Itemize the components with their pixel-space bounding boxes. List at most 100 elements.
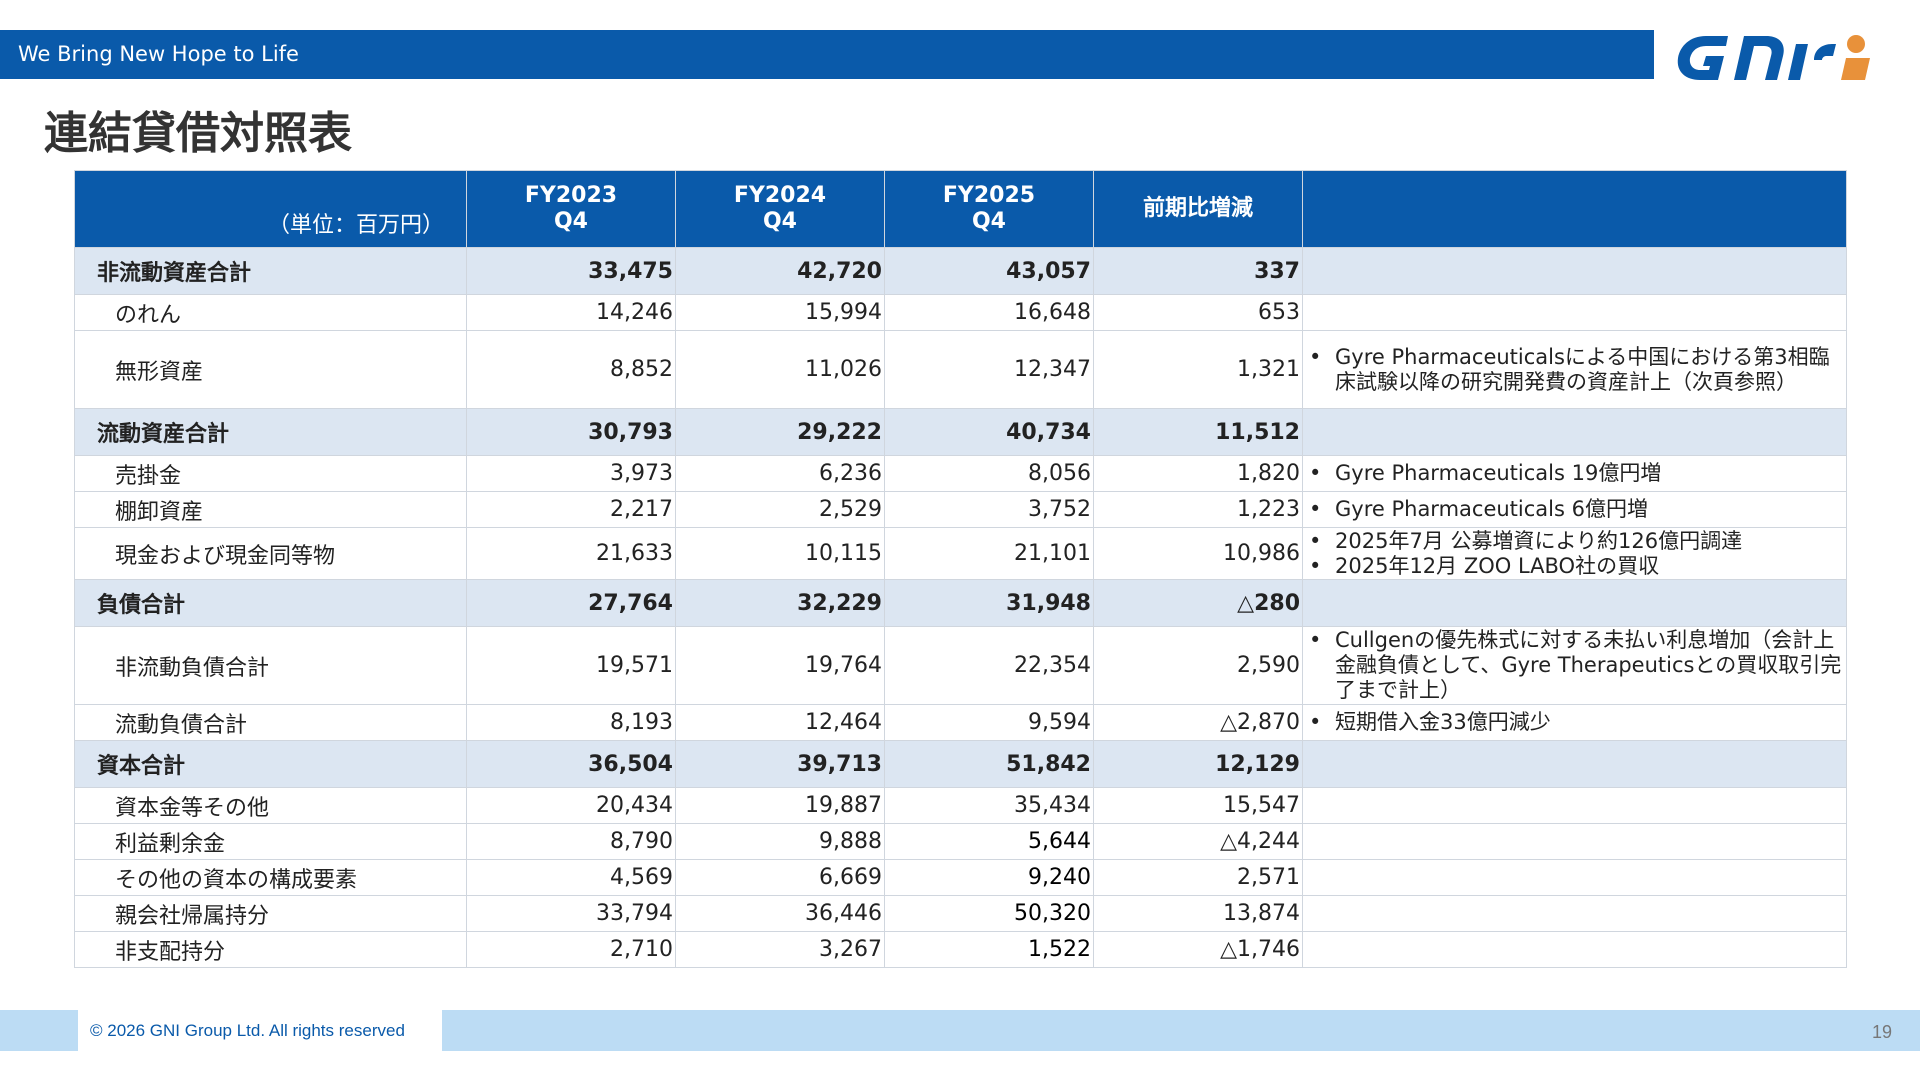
row-notes: Gyre Pharmaceuticals 6億円増	[1302, 491, 1847, 528]
value-fy2024: 10,115	[675, 527, 885, 580]
value-fy2024: 19,887	[675, 787, 885, 824]
value-change: 1,223	[1093, 491, 1303, 528]
value-change: 13,874	[1093, 895, 1303, 932]
note-item: Cullgenの優先株式に対する未払い利息増加（会計上金融負債として、Gyre …	[1307, 628, 1842, 703]
value-fy2025: 8,056	[884, 455, 1094, 492]
row-label: 売掛金	[74, 455, 467, 492]
table-row-parent-equity: 親会社帰属持分 33,794 36,446 50,320 13,874	[74, 895, 1847, 932]
value-fy2024: 36,446	[675, 895, 885, 932]
table-row-retained-earnings: 利益剰余金 8,790 9,888 5,644 △4,244	[74, 823, 1847, 860]
value-fy2023: 19,571	[466, 626, 676, 705]
value-fy2025: 9,240	[884, 859, 1094, 896]
row-label: 流動負債合計	[74, 704, 467, 741]
value-fy2024: 12,464	[675, 704, 885, 741]
row-notes	[1302, 740, 1847, 788]
column-header-change: 前期比増減	[1093, 170, 1303, 248]
table-row-cash: 現金および現金同等物 21,633 10,115 21,101 10,986 2…	[74, 527, 1847, 580]
note-item: Gyre Pharmaceuticals 6億円増	[1307, 497, 1842, 522]
table-row-inventory: 棚卸資産 2,217 2,529 3,752 1,223 Gyre Pharma…	[74, 491, 1847, 528]
table-row-receivables: 売掛金 3,973 6,236 8,056 1,820 Gyre Pharmac…	[74, 455, 1847, 492]
value-fy2023: 2,710	[466, 931, 676, 968]
table-header-row: （単位：百万円） FY2023 Q4 FY2024 Q4 FY2025 Q4 前期比増…	[74, 170, 1847, 248]
value-fy2023: 30,793	[466, 408, 676, 456]
value-fy2025: 40,734	[884, 408, 1094, 456]
row-label: 現金および現金同等物	[74, 527, 467, 580]
row-label: 負債合計	[74, 579, 467, 627]
value-fy2024: 15,994	[675, 294, 885, 331]
note-item: 2025年12月 ZOO LABO社の買収	[1307, 554, 1842, 579]
value-fy2025: 5,644	[884, 823, 1094, 860]
note-item: Gyre Pharmaceuticals 19億円増	[1307, 461, 1842, 486]
value-change: 337	[1093, 247, 1303, 295]
value-fy2023: 27,764	[466, 579, 676, 627]
value-fy2023: 21,633	[466, 527, 676, 580]
row-notes: 短期借入金33億円減少	[1302, 704, 1847, 741]
value-fy2024: 32,229	[675, 579, 885, 627]
row-notes	[1302, 408, 1847, 456]
value-fy2025: 16,648	[884, 294, 1094, 331]
note-item: 短期借入金33億円減少	[1307, 710, 1842, 735]
section-row-current-assets: 流動資産合計 30,793 29,222 40,734 11,512	[74, 408, 1847, 456]
page-number: 19	[1871, 1022, 1892, 1042]
value-fy2025: 3,752	[884, 491, 1094, 528]
tagline: We Bring New Hope to Life	[18, 42, 299, 66]
value-fy2023: 20,434	[466, 787, 676, 824]
value-change: 653	[1093, 294, 1303, 331]
row-notes	[1302, 859, 1847, 896]
note-item: Gyre Pharmaceuticalsによる中国における第3相臨床試験以降の研…	[1307, 345, 1842, 395]
row-notes: 2025年7月 公募増資により約126億円調達2025年12月 ZOO LABO…	[1302, 527, 1847, 580]
table-row-goodwill: のれん 14,246 15,994 16,648 653	[74, 294, 1847, 331]
row-notes	[1302, 931, 1847, 968]
row-label: 流動資産合計	[74, 408, 467, 456]
table-row-noncurrent-liabilities: 非流動負債合計 19,571 19,764 22,354 2,590 Cullg…	[74, 626, 1847, 705]
value-fy2023: 8,790	[466, 823, 676, 860]
value-fy2024: 19,764	[675, 626, 885, 705]
row-notes	[1302, 823, 1847, 860]
row-label: 棚卸資産	[74, 491, 467, 528]
value-fy2025: 9,594	[884, 704, 1094, 741]
value-fy2025: 22,354	[884, 626, 1094, 705]
column-header-notes	[1302, 170, 1847, 248]
section-row-noncurrent-assets: 非流動資産合計 33,475 42,720 43,057 337	[74, 247, 1847, 295]
value-fy2025: 50,320	[884, 895, 1094, 932]
value-fy2025: 12,347	[884, 330, 1094, 409]
row-notes: Cullgenの優先株式に対する未払い利息増加（会計上金融負債として、Gyre …	[1302, 626, 1847, 705]
balance-sheet-table: （単位：百万円） FY2023 Q4 FY2024 Q4 FY2025 Q4 前期比増…	[74, 170, 1847, 968]
value-fy2025: 43,057	[884, 247, 1094, 295]
value-fy2023: 8,193	[466, 704, 676, 741]
value-change: 11,512	[1093, 408, 1303, 456]
table-row-other-equity-components: その他の資本の構成要素 4,569 6,669 9,240 2,571	[74, 859, 1847, 896]
value-change: 10,986	[1093, 527, 1303, 580]
row-notes	[1302, 787, 1847, 824]
value-fy2025: 51,842	[884, 740, 1094, 788]
value-change: △280	[1093, 579, 1303, 627]
value-fy2024: 9,888	[675, 823, 885, 860]
row-notes: Gyre Pharmaceuticals 19億円増	[1302, 455, 1847, 492]
value-change: △1,746	[1093, 931, 1303, 968]
table-row-capital-and-other: 資本金等その他 20,434 19,887 35,434 15,547	[74, 787, 1847, 824]
table-row-current-liabilities: 流動負債合計 8,193 12,464 9,594 △2,870 短期借入金33…	[74, 704, 1847, 741]
value-change: 1,820	[1093, 455, 1303, 492]
section-row-liabilities: 負債合計 27,764 32,229 31,948 △280	[74, 579, 1847, 627]
value-fy2023: 33,794	[466, 895, 676, 932]
value-fy2024: 11,026	[675, 330, 885, 409]
value-change: △2,870	[1093, 704, 1303, 741]
row-notes	[1302, 247, 1847, 295]
value-change: 1,321	[1093, 330, 1303, 409]
column-header-fy2023: FY2023 Q4	[466, 170, 676, 248]
column-header-fy2024: FY2024 Q4	[675, 170, 885, 248]
row-label: その他の資本の構成要素	[74, 859, 467, 896]
row-notes	[1302, 579, 1847, 627]
value-fy2023: 3,973	[466, 455, 676, 492]
value-change: 12,129	[1093, 740, 1303, 788]
value-fy2023: 2,217	[466, 491, 676, 528]
value-fy2024: 6,236	[675, 455, 885, 492]
value-fy2025: 21,101	[884, 527, 1094, 580]
value-fy2023: 8,852	[466, 330, 676, 409]
page-title: 連結貸借対照表	[44, 108, 352, 159]
row-notes	[1302, 895, 1847, 932]
row-label: 無形資産	[74, 330, 467, 409]
table-row-noncontrolling-interest: 非支配持分 2,710 3,267 1,522 △1,746	[74, 931, 1847, 968]
value-change: 2,590	[1093, 626, 1303, 705]
row-label: 非流動資産合計	[74, 247, 467, 295]
